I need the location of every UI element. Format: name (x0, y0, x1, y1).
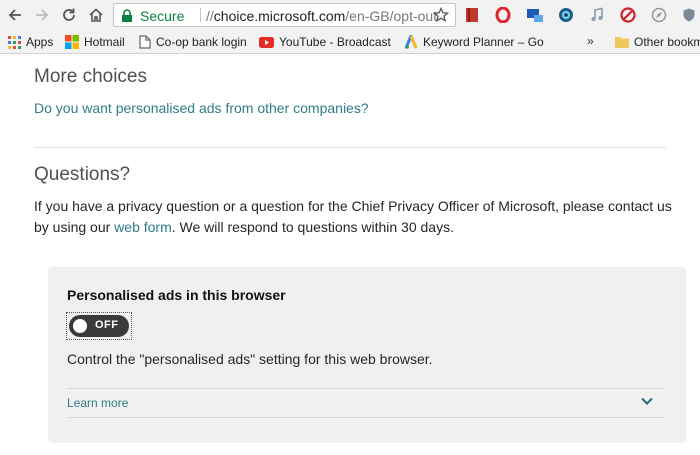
music-note-icon (591, 7, 603, 21)
apps-grid-icon (8, 35, 21, 49)
adwords-icon (404, 35, 418, 49)
url-path: /en-GB/opt-out (345, 8, 438, 24)
url-text[interactable]: //choice.microsoft.com/en-GB/opt-out (206, 8, 437, 24)
bookmark-star-button[interactable] (430, 4, 452, 26)
bookmark-coop[interactable]: Co-op bank login (139, 33, 247, 51)
card-title: Personalised ads in this browser (67, 287, 286, 303)
opera-icon (495, 7, 511, 23)
questions-heading: Questions? (34, 164, 131, 185)
personalised-ads-toggle[interactable]: OFF (66, 312, 132, 340)
bookmarks-bar: Apps Hotmail Co-op bank login YouTube - … (0, 30, 700, 54)
more-choices-heading: More choices (34, 66, 147, 87)
toggle-knob (73, 319, 87, 333)
reload-button[interactable] (58, 4, 80, 26)
shield-icon (683, 8, 695, 22)
bookmark-hotmail[interactable]: Hotmail (65, 33, 125, 51)
screen-extension-icon (527, 9, 543, 22)
forward-arrow-icon (36, 9, 49, 21)
star-icon (433, 7, 449, 23)
extension-eye[interactable] (556, 5, 576, 25)
home-button[interactable] (85, 4, 107, 26)
card-description: Control the "personalised ads" setting f… (67, 351, 433, 367)
eye-extension-icon (559, 8, 573, 22)
bookmark-other[interactable]: Other bookm (615, 33, 700, 51)
forward-button[interactable] (31, 4, 53, 26)
bookmark-youtube[interactable]: YouTube - Broadcast (259, 33, 391, 51)
folder-icon (615, 37, 629, 48)
bookmark-youtube-label: YouTube - Broadcast (279, 35, 391, 49)
url-host: choice.microsoft.com (213, 8, 346, 24)
toggle-state-label: OFF (95, 319, 119, 331)
windows-logo-icon (65, 35, 79, 49)
back-arrow-icon (8, 9, 21, 21)
url-prefix: // (206, 8, 214, 24)
youtube-icon (259, 36, 274, 48)
section-divider (34, 147, 666, 148)
red-book-icon (466, 8, 478, 22)
card-divider-top (67, 388, 664, 389)
chevron-down-icon[interactable] (640, 394, 654, 408)
lock-icon (122, 9, 132, 22)
bookmark-apps-label: Apps (26, 35, 54, 49)
extension-book[interactable] (462, 5, 482, 25)
extension-block[interactable] (618, 5, 638, 25)
bookmarks-overflow-chevron[interactable]: » (587, 34, 594, 48)
reload-icon (63, 8, 75, 21)
web-form-link[interactable]: web form (114, 219, 172, 235)
back-button[interactable] (4, 4, 26, 26)
questions-paragraph: If you have a privacy question or a ques… (34, 196, 674, 238)
compass-icon (651, 7, 667, 23)
extension-screen[interactable] (525, 5, 545, 25)
address-separator (200, 8, 201, 22)
secure-label: Secure (140, 8, 185, 24)
bookmark-keyword-planner[interactable]: Keyword Planner – Go (404, 33, 544, 51)
card-divider-bottom (67, 417, 664, 418)
address-bar[interactable]: Secure //choice.microsoft.com/en-GB/opt-… (113, 3, 456, 27)
extension-music[interactable] (587, 5, 607, 25)
toggle-track: OFF (69, 315, 129, 337)
bookmark-keyword-label: Keyword Planner – Go (423, 35, 544, 49)
bookmark-coop-label: Co-op bank login (156, 35, 247, 49)
extension-opera[interactable] (493, 5, 513, 25)
bookmark-hotmail-label: Hotmail (84, 35, 125, 49)
block-icon (620, 7, 636, 23)
bookmark-apps[interactable]: Apps (8, 33, 53, 51)
browser-toolbar: Secure //choice.microsoft.com/en-GB/opt-… (0, 0, 700, 30)
personalised-ads-question-link[interactable]: Do you want personalised ads from other … (34, 100, 369, 116)
personalised-ads-card: Personalised ads in this browser OFF Con… (48, 267, 686, 443)
bookmark-other-label: Other bookm (634, 35, 700, 49)
extension-compass[interactable] (649, 5, 669, 25)
home-icon (89, 8, 103, 22)
questions-text-part2: . We will respond to questions within 30… (171, 219, 454, 235)
extension-shield[interactable] (679, 5, 699, 25)
page-icon (139, 35, 151, 49)
learn-more-link[interactable]: Learn more (67, 396, 128, 410)
